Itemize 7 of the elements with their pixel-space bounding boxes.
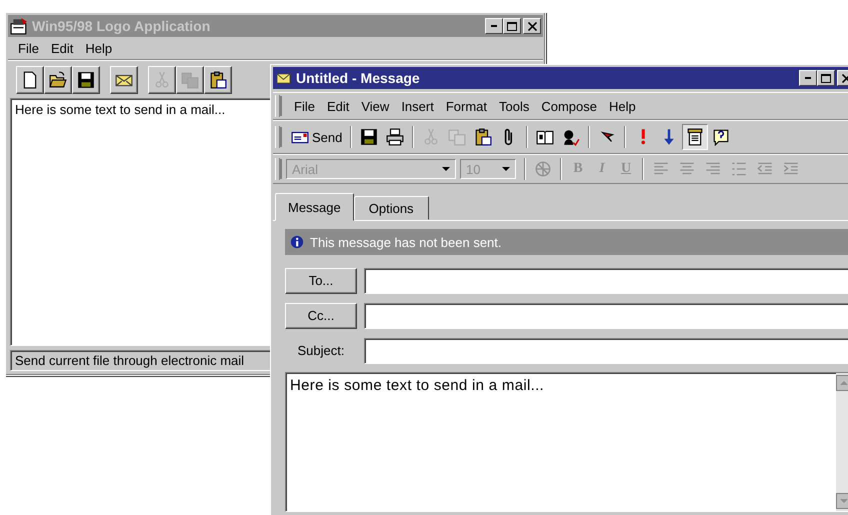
info-message: This message has not been sent. <box>310 234 502 250</box>
field-label: Subject: <box>296 343 346 358</box>
message-body-text: Here is some text to send in a mail... <box>289 376 545 396</box>
window-title: Untitled - Message <box>296 70 421 86</box>
document-text: Here is some text to send in a mail... <box>15 102 226 117</box>
status-text: Send current file through electronic mail <box>15 353 244 368</box>
window-title: Win95/98 Logo Application <box>32 18 212 34</box>
